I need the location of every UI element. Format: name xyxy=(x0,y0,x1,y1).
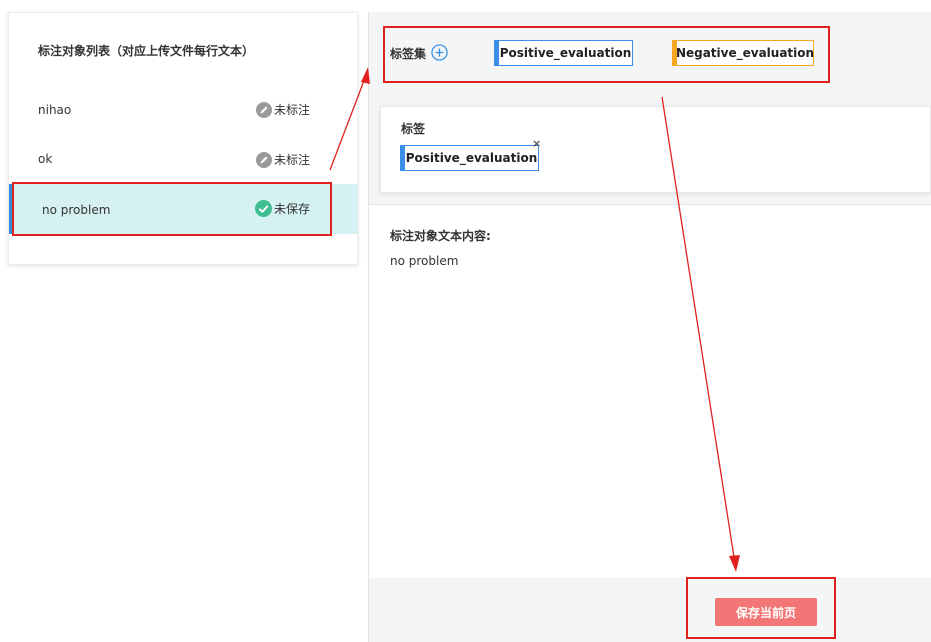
annotation-box-save xyxy=(686,577,836,639)
close-icon[interactable]: × xyxy=(532,138,541,150)
edit-icon xyxy=(256,101,272,118)
labels-title: 标签 xyxy=(401,122,426,136)
annotation-box-tagset xyxy=(383,26,830,83)
status-badge: 未标注 xyxy=(256,101,310,118)
content-text: no problem xyxy=(390,254,459,268)
status-text: 未标注 xyxy=(274,103,311,117)
annotation-box-selected-row xyxy=(12,182,332,236)
footer-bar xyxy=(369,578,931,642)
list-item-nihao[interactable]: nihao xyxy=(38,103,71,117)
list-item-ok[interactable]: ok xyxy=(38,152,52,166)
selected-tag-positive-evaluation[interactable]: Positive_evaluation xyxy=(400,145,539,171)
status-text: 未标注 xyxy=(274,153,311,167)
content-title: 标注对象文本内容: xyxy=(390,229,491,243)
edit-icon xyxy=(256,151,272,168)
object-list-title: 标注对象列表（对应上传文件每行文本） xyxy=(38,44,255,58)
status-badge: 未标注 xyxy=(256,151,310,168)
